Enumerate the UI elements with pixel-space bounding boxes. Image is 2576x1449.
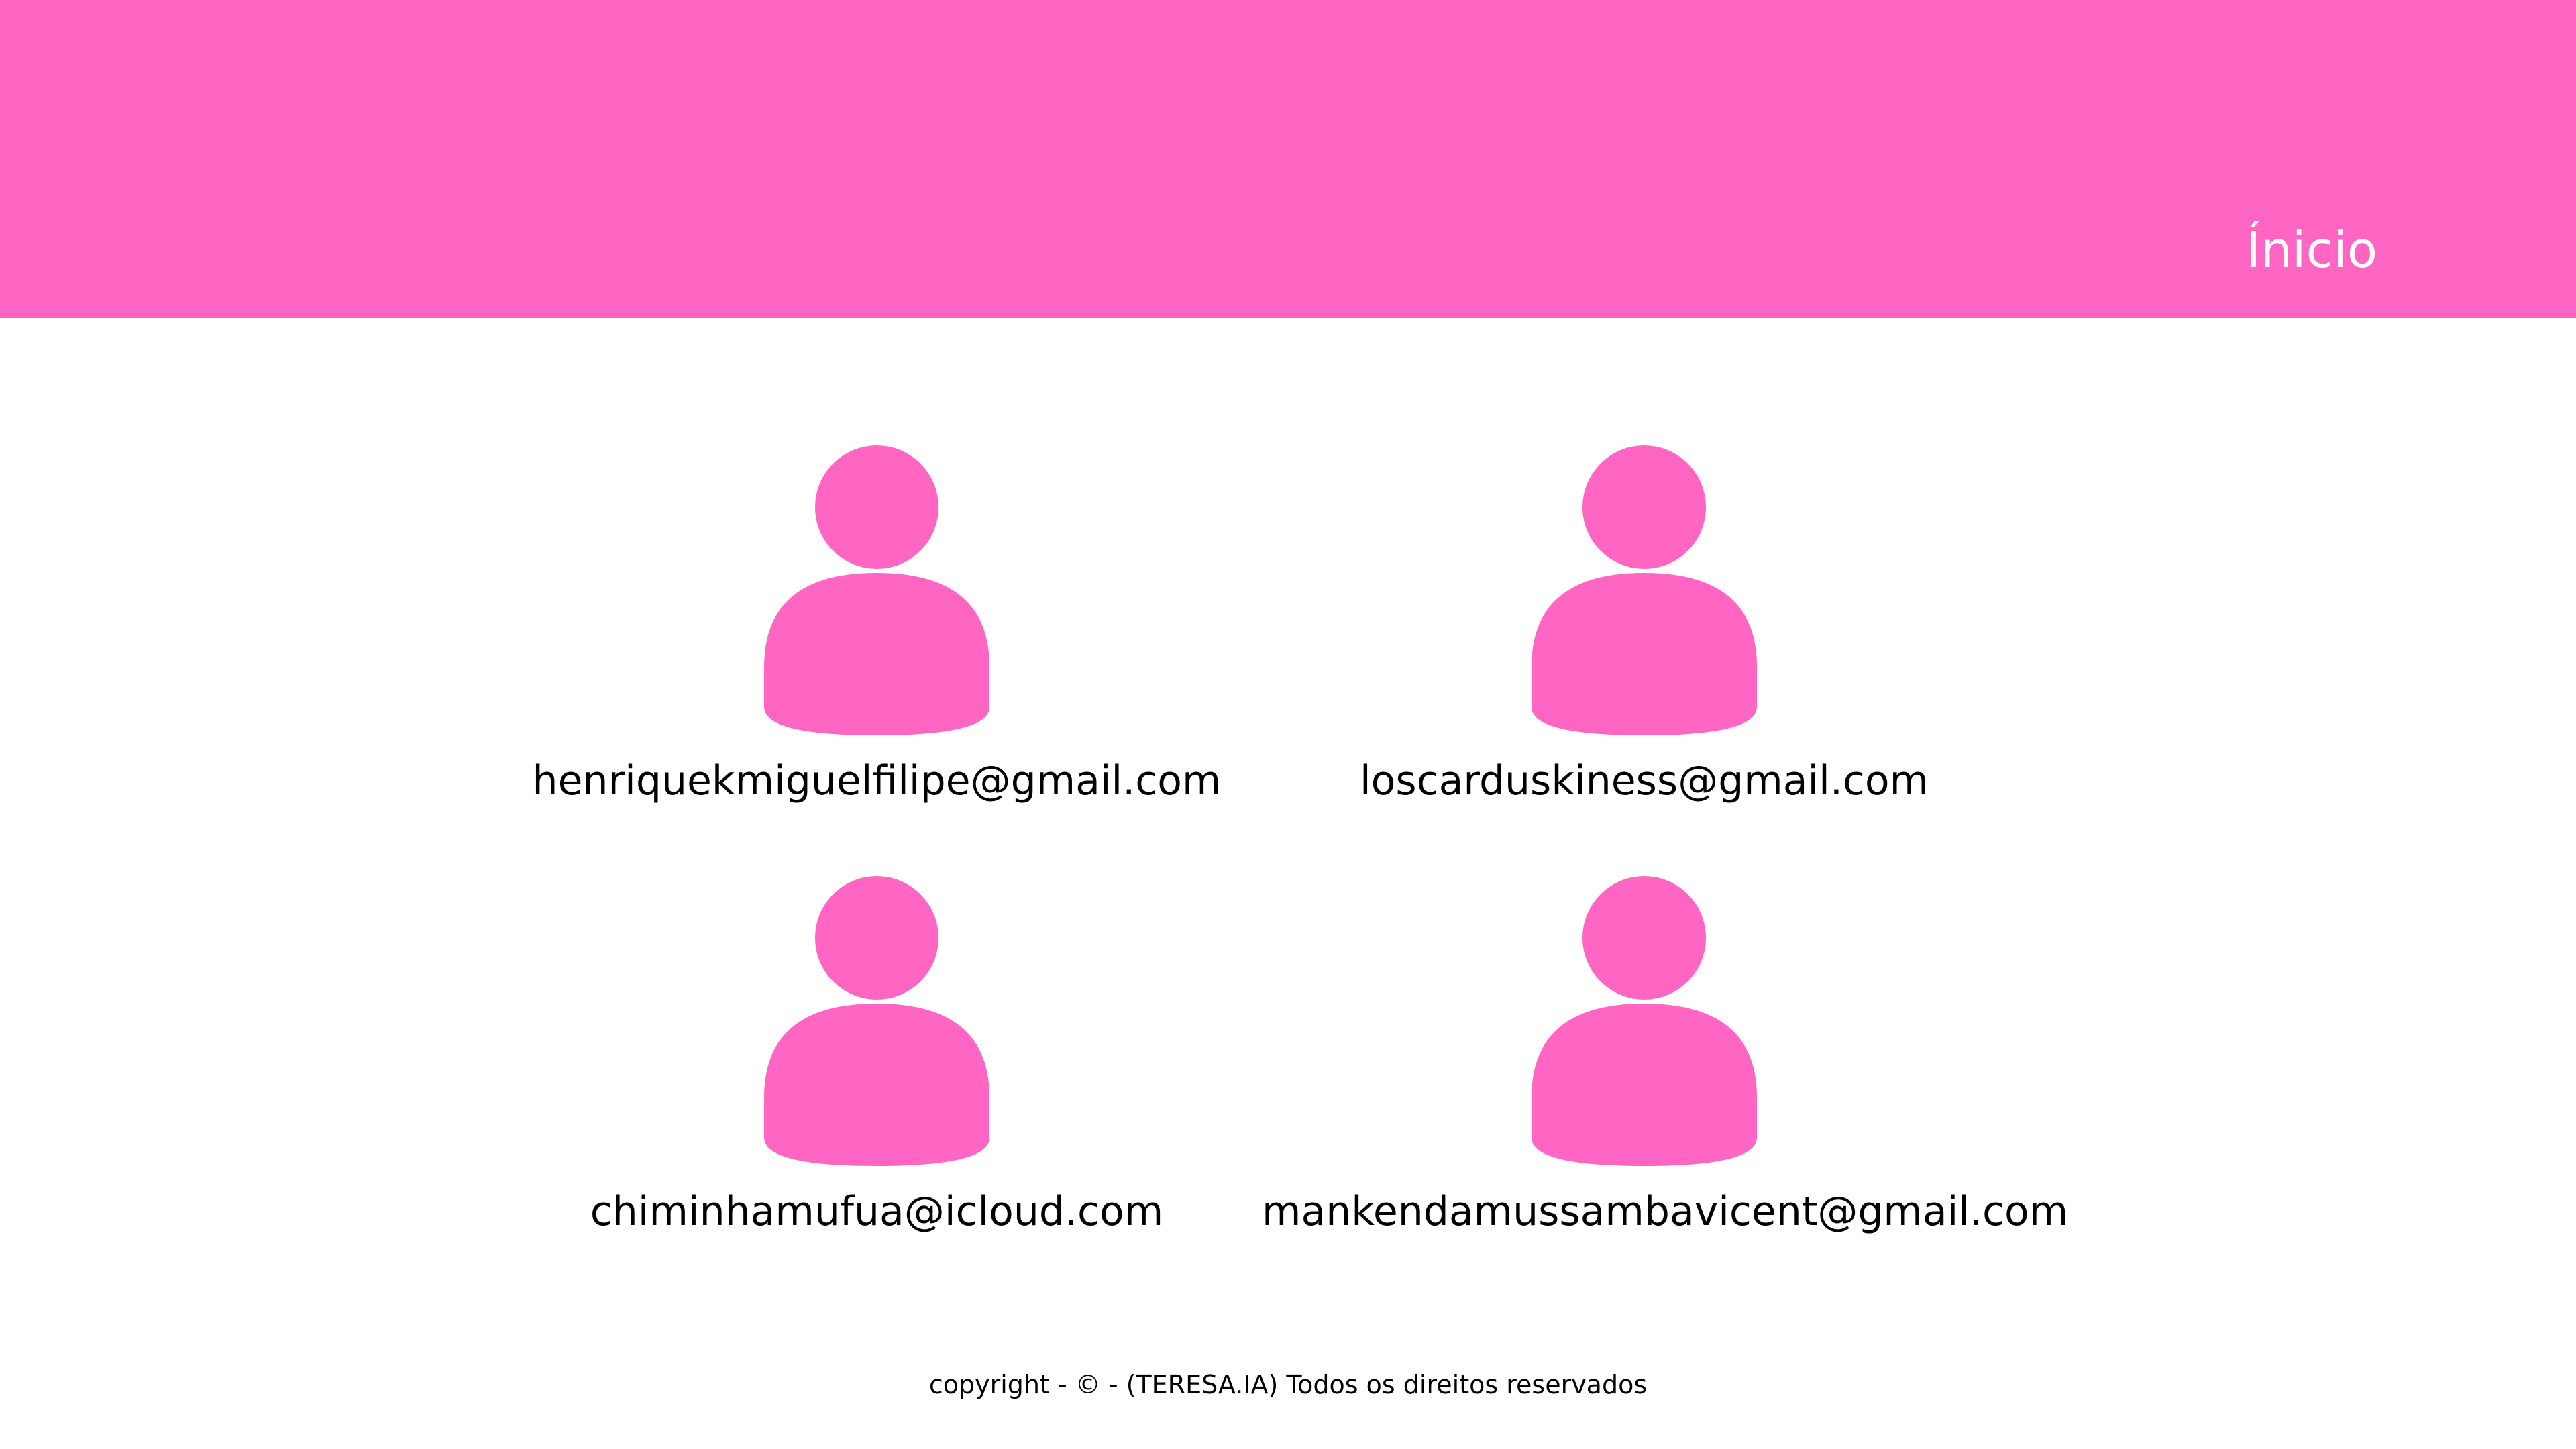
user-card[interactable]: henriquekmiguelfilipe@gmail.com xyxy=(494,445,1259,848)
user-icon xyxy=(1532,445,1757,735)
user-card[interactable]: mankendamussambavicent@gmail.com xyxy=(1262,876,2069,1279)
user-email: henriquekmiguelfilipe@gmail.com xyxy=(532,757,1222,804)
user-email: chiminhamufua@icloud.com xyxy=(590,1188,1164,1235)
user-email: loscarduskiness@gmail.com xyxy=(1359,757,1929,804)
user-icon xyxy=(1532,876,1757,1166)
user-email: mankendamussambavicent@gmail.com xyxy=(1262,1188,2069,1235)
user-card[interactable]: chiminhamufua@icloud.com xyxy=(494,876,1259,1279)
nav-link-inicio[interactable]: Ínicio xyxy=(2246,217,2377,284)
user-card[interactable]: loscarduskiness@gmail.com xyxy=(1262,445,2027,848)
page: Ínicio henriquekmiguelfilipe@gmail.com l… xyxy=(0,0,2576,1449)
footer-copyright: copyright - © - (TERESA.IA) Todos os dir… xyxy=(928,1370,1648,1399)
user-icon xyxy=(764,876,989,1166)
user-icon xyxy=(764,445,989,735)
header-bar: Ínicio xyxy=(0,0,2576,318)
